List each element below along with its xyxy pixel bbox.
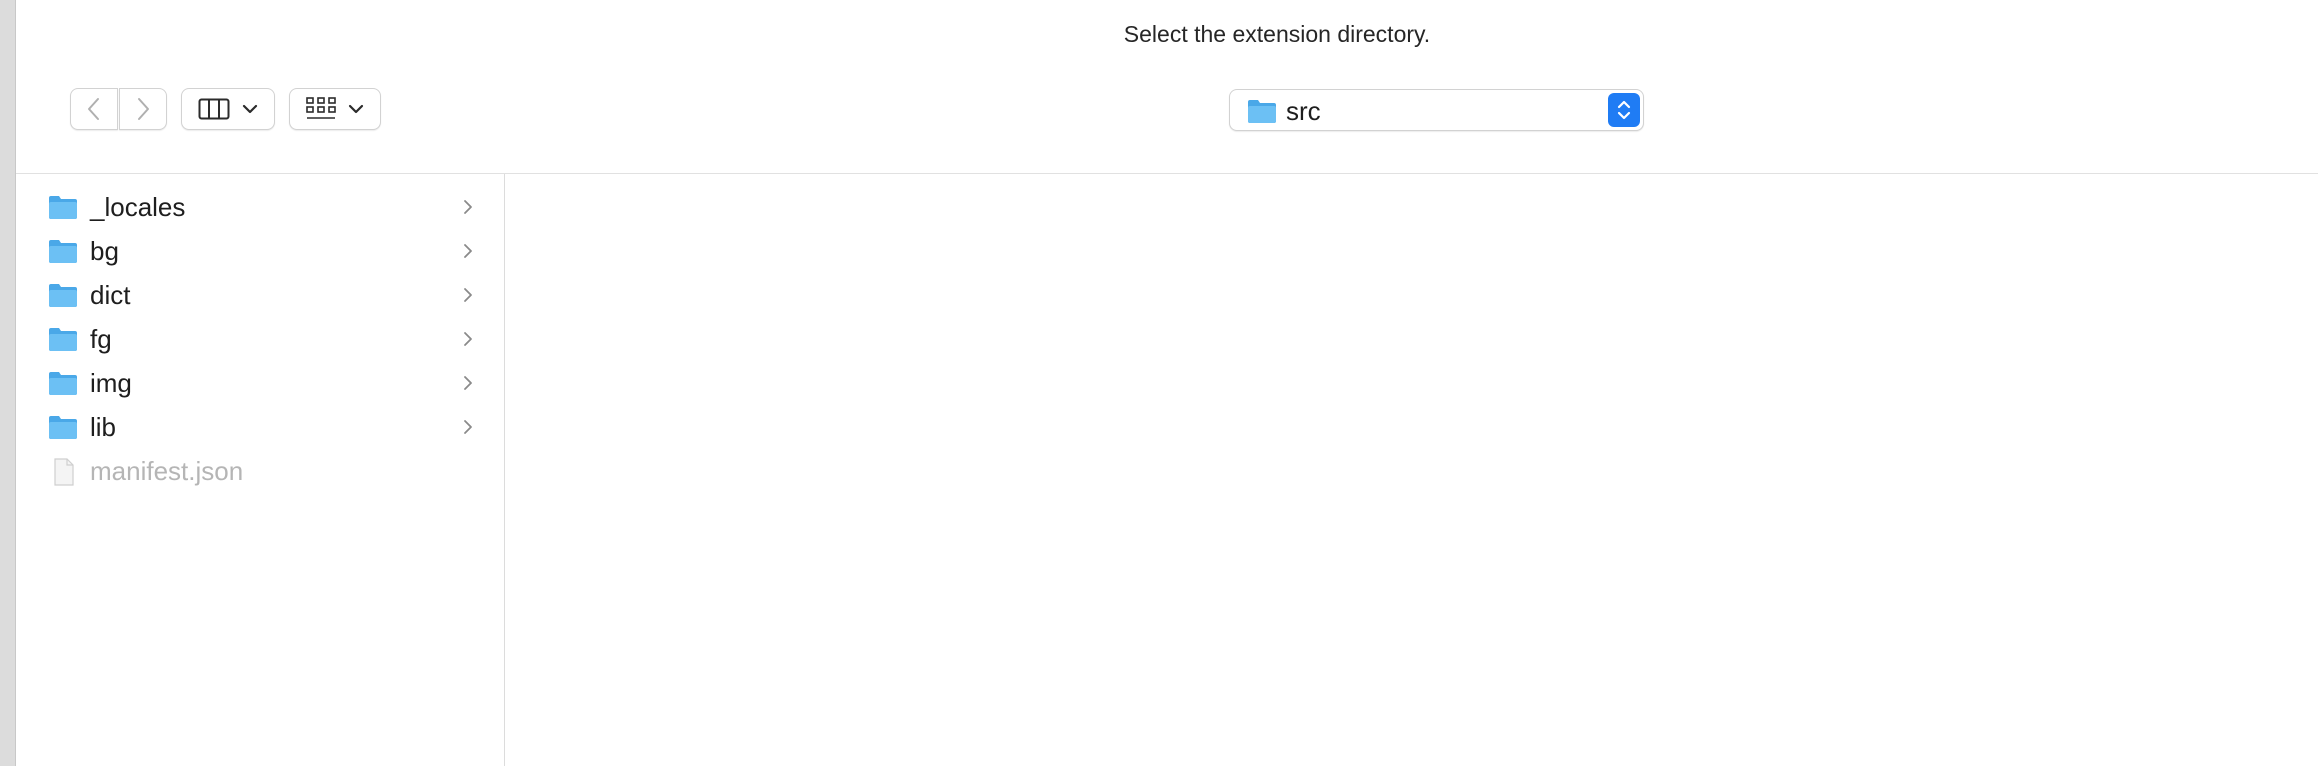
- dialog-prompt: Select the extension directory.: [1123, 21, 1431, 47]
- item-label: fg: [90, 324, 112, 354]
- file-column: _locales bg dict fg img lib manifest.jso…: [16, 174, 505, 766]
- item-label: lib: [90, 412, 117, 442]
- preview-pane: [505, 174, 2318, 766]
- back-button[interactable]: [70, 88, 118, 130]
- chevron-right-icon: [464, 420, 472, 434]
- list-item-disabled: manifest.json: [16, 450, 504, 494]
- column-view-icon: [198, 98, 230, 120]
- chevron-left-icon: [88, 98, 99, 120]
- folder-icon: [1248, 100, 1276, 123]
- window-edge: [0, 0, 16, 766]
- item-label: bg: [90, 236, 119, 266]
- chevron-right-icon: [464, 288, 472, 302]
- file-chooser-dialog: Select the extension directory. src _loc…: [0, 0, 2318, 766]
- folder-icon: [49, 328, 77, 351]
- item-label: img: [90, 368, 132, 398]
- chevron-right-icon: [464, 332, 472, 346]
- forward-button[interactable]: [119, 88, 167, 130]
- list-item[interactable]: lib: [16, 406, 504, 450]
- document-icon: [54, 458, 74, 486]
- path-popup-button[interactable]: src: [1229, 89, 1644, 131]
- chevron-right-icon: [138, 98, 149, 120]
- folder-icon: [49, 196, 77, 219]
- folder-icon: [49, 240, 77, 263]
- folder-icon: [49, 284, 77, 307]
- grid-group-icon: [306, 97, 336, 119]
- chevron-right-icon: [464, 244, 472, 258]
- list-item[interactable]: bg: [16, 230, 504, 274]
- chevron-right-icon: [464, 200, 472, 214]
- chevron-down-icon: [348, 104, 364, 114]
- list-item[interactable]: img: [16, 362, 504, 406]
- group-mode-button[interactable]: [289, 88, 381, 130]
- item-label: _locales: [90, 192, 186, 222]
- chevron-down-icon: [242, 104, 258, 114]
- folder-icon: [49, 372, 77, 395]
- item-label: dict: [90, 280, 131, 310]
- list-item[interactable]: _locales: [16, 186, 504, 230]
- up-down-stepper-icon: [1608, 93, 1640, 127]
- list-item[interactable]: fg: [16, 318, 504, 362]
- dialog-header: Select the extension directory. src: [16, 0, 2318, 174]
- chevron-right-icon: [464, 376, 472, 390]
- path-popup-label: src: [1286, 96, 1321, 126]
- item-label: manifest.json: [90, 456, 244, 486]
- folder-icon: [49, 416, 77, 439]
- list-item[interactable]: dict: [16, 274, 504, 318]
- view-mode-button[interactable]: [181, 88, 275, 130]
